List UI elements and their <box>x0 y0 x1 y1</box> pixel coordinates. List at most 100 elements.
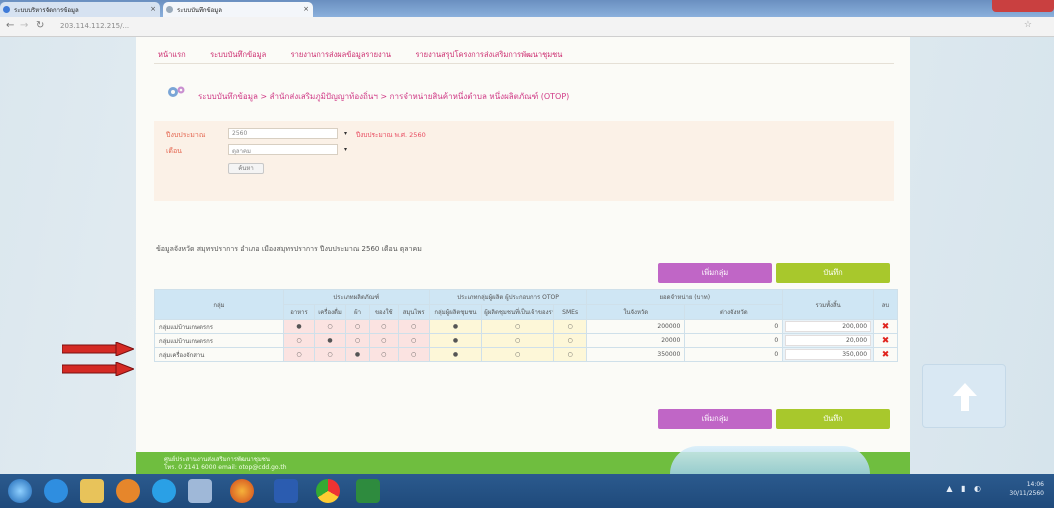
address-bar: ← → ↻ 203.114.112.215/... ☆ <box>0 17 1054 37</box>
delete-header: ลบ <box>873 289 898 320</box>
location-summary: ข้อมูลจังหวัด สมุทรปราการ อำเภอ เมืองสมุ… <box>156 245 422 253</box>
clock-time: 14:06 <box>1026 481 1044 488</box>
checkbox-cell[interactable]: ○ <box>314 319 347 334</box>
chrome-icon[interactable] <box>316 479 340 503</box>
add-group-button-bottom[interactable]: เพิ่มกลุ่ม <box>658 409 772 429</box>
excel-icon[interactable] <box>356 479 380 503</box>
main-content: หน้าแรก ระบบบันทึกข้อมูล รายงานการส่งผลข… <box>136 37 910 474</box>
group-name: กลุ่มเครื่องจักสาน <box>154 347 284 362</box>
checkbox-cell[interactable]: ● <box>314 333 347 348</box>
checkbox-cell[interactable]: ○ <box>314 347 347 362</box>
out-province-value[interactable]: 0 <box>684 333 784 348</box>
out-province-value[interactable]: 0 <box>684 319 784 334</box>
tray-icons[interactable]: ▲ ▮ ◐ <box>946 484 984 493</box>
skype-icon[interactable] <box>152 479 176 503</box>
tab-title: ระบบบริหารจัดการข้อมูล <box>14 7 79 14</box>
ie-icon[interactable] <box>44 479 68 503</box>
checkbox-cell[interactable]: ● <box>345 347 370 362</box>
scroll-to-top-button[interactable] <box>922 364 1006 428</box>
total-header: รวมทั้งสิ้น <box>782 289 875 320</box>
checkbox-cell[interactable]: ○ <box>368 319 399 334</box>
nav-report-send[interactable]: รายงานการส่งผลข้อมูลรายงาน <box>291 50 391 59</box>
browser-tab-2[interactable]: ระบบบันทึกข้อมูล × <box>163 2 313 17</box>
in-province-value[interactable]: 350000 <box>586 347 686 362</box>
month-select[interactable]: ตุลาคม ▾ <box>228 144 347 155</box>
col-in-province: ในจังหวัด <box>586 304 686 320</box>
col-herb: สมุนไพร <box>397 304 430 320</box>
checkbox-cell[interactable]: ○ <box>368 333 399 348</box>
col-cloth: ผ้า <box>345 304 370 320</box>
explorer-icon[interactable] <box>188 479 212 503</box>
checkbox-cell[interactable]: ○ <box>282 333 316 348</box>
delete-icon[interactable]: ✖ <box>882 336 890 346</box>
radio-cell[interactable]: ○ <box>552 347 588 362</box>
search-button[interactable]: ค้นหา <box>228 163 264 174</box>
reload-icon[interactable]: ↻ <box>36 20 44 31</box>
close-tab-icon[interactable]: × <box>303 5 309 13</box>
checkbox-cell[interactable]: ○ <box>397 319 430 334</box>
radio-cell[interactable]: ○ <box>481 319 554 334</box>
radio-cell[interactable]: ● <box>428 319 483 334</box>
filter-panel: ปีงบประมาณ 2560 ▾ ปีงบประมาณ พ.ศ. 2560 เ… <box>154 121 894 201</box>
firefox-icon[interactable] <box>230 479 254 503</box>
checkbox-cell[interactable]: ○ <box>282 347 316 362</box>
footer-line-2: โทร. 0 2141 6000 email: otop@cdd.go.th <box>164 464 287 471</box>
table-row: กลุ่มเครื่องจักสาน ○ ○ ● ○ ○ ● ○ ○ 35000… <box>154 347 898 362</box>
close-tab-icon[interactable]: × <box>150 5 156 13</box>
checkbox-cell[interactable]: ○ <box>345 319 370 334</box>
url-field[interactable]: 203.114.112.215/... <box>60 20 940 34</box>
window-close-button[interactable] <box>992 0 1054 12</box>
delete-icon[interactable]: ✖ <box>882 350 890 360</box>
breadcrumb: ระบบบันทึกข้อมูล > สำนักส่งเสริมภูมิปัญญ… <box>198 92 570 101</box>
back-arrow-icon[interactable]: ← <box>6 20 14 31</box>
sales-table: กลุ่ม ประเภทผลิตภัณฑ์ ประเภทกลุ่มผู้ผลิต… <box>154 289 898 362</box>
in-province-value[interactable]: 20000 <box>586 333 686 348</box>
radio-cell[interactable]: ○ <box>552 319 588 334</box>
checkbox-cell[interactable]: ○ <box>345 333 370 348</box>
system-clock[interactable]: 14:06 30/11/2560 <box>1009 480 1044 498</box>
windows-start-icon[interactable] <box>8 479 32 503</box>
word-icon[interactable] <box>274 479 298 503</box>
add-group-button[interactable]: เพิ่มกลุ่ม <box>658 263 772 283</box>
delete-icon[interactable]: ✖ <box>882 322 890 332</box>
product-type-header: ประเภทผลิตภัณฑ์ <box>282 289 430 305</box>
radio-cell[interactable]: ● <box>428 347 483 362</box>
tab-title: ระบบบันทึกข้อมูล <box>177 7 222 14</box>
year-warning: ปีงบประมาณ พ.ศ. 2560 <box>356 131 426 139</box>
browser-tab-strip: ระบบบริหารจัดการข้อมูล × ระบบบันทึกข้อมู… <box>0 0 1054 17</box>
group-name: กลุ่มแม่บ้านเกษตรกร <box>154 333 284 348</box>
checkbox-cell[interactable]: ○ <box>368 347 399 362</box>
year-select[interactable]: 2560 ▾ <box>228 128 347 139</box>
save-button[interactable]: บันทึก <box>776 263 890 283</box>
group-header: กลุ่ม <box>154 289 284 320</box>
page-favicon-icon <box>3 6 10 13</box>
footer-line-1: ศูนย์ประสานงานส่งเสริมการพัฒนาชุมชน <box>164 456 270 463</box>
producer-type-header: ประเภทกลุ่มผู้ผลิต ผู้ประกอบการ OTOP <box>428 289 588 305</box>
folder-icon[interactable] <box>80 479 104 503</box>
bookmark-star-icon[interactable]: ☆ <box>1024 20 1032 30</box>
save-button-bottom[interactable]: บันทึก <box>776 409 890 429</box>
browser-tab-1[interactable]: ระบบบริหารจัดการข้อมูล × <box>0 2 160 17</box>
year-value: 2560 <box>232 130 248 137</box>
radio-cell[interactable]: ● <box>428 333 483 348</box>
checkbox-cell[interactable]: ○ <box>397 333 430 348</box>
radio-cell[interactable]: ○ <box>481 333 554 348</box>
nav-home[interactable]: หน้าแรก <box>158 50 186 59</box>
nav-record[interactable]: ระบบบันทึกข้อมูล <box>210 50 266 59</box>
checkbox-cell[interactable]: ○ <box>397 347 430 362</box>
radio-cell[interactable]: ○ <box>481 347 554 362</box>
media-icon[interactable] <box>116 479 140 503</box>
forward-arrow-icon[interactable]: → <box>20 20 28 31</box>
nav-report-summary[interactable]: รายงานสรุปโครงการส่งเสริมการพัฒนาชุมชน <box>415 50 562 59</box>
radio-cell[interactable]: ○ <box>552 333 588 348</box>
chevron-down-icon: ▾ <box>343 130 347 137</box>
group-name: กลุ่มแม่บ้านเกษตรกร <box>154 319 284 334</box>
out-province-value[interactable]: 0 <box>684 347 784 362</box>
col-community: กลุ่มผู้ผลิตชุมชน <box>428 304 483 320</box>
year-label: ปีงบประมาณ <box>166 131 206 139</box>
col-food: อาหาร <box>282 304 316 320</box>
clock-date: 30/11/2560 <box>1009 490 1044 497</box>
col-out-province: ต่างจังหวัด <box>684 304 784 320</box>
checkbox-cell[interactable]: ● <box>282 319 316 334</box>
in-province-value[interactable]: 200000 <box>586 319 686 334</box>
